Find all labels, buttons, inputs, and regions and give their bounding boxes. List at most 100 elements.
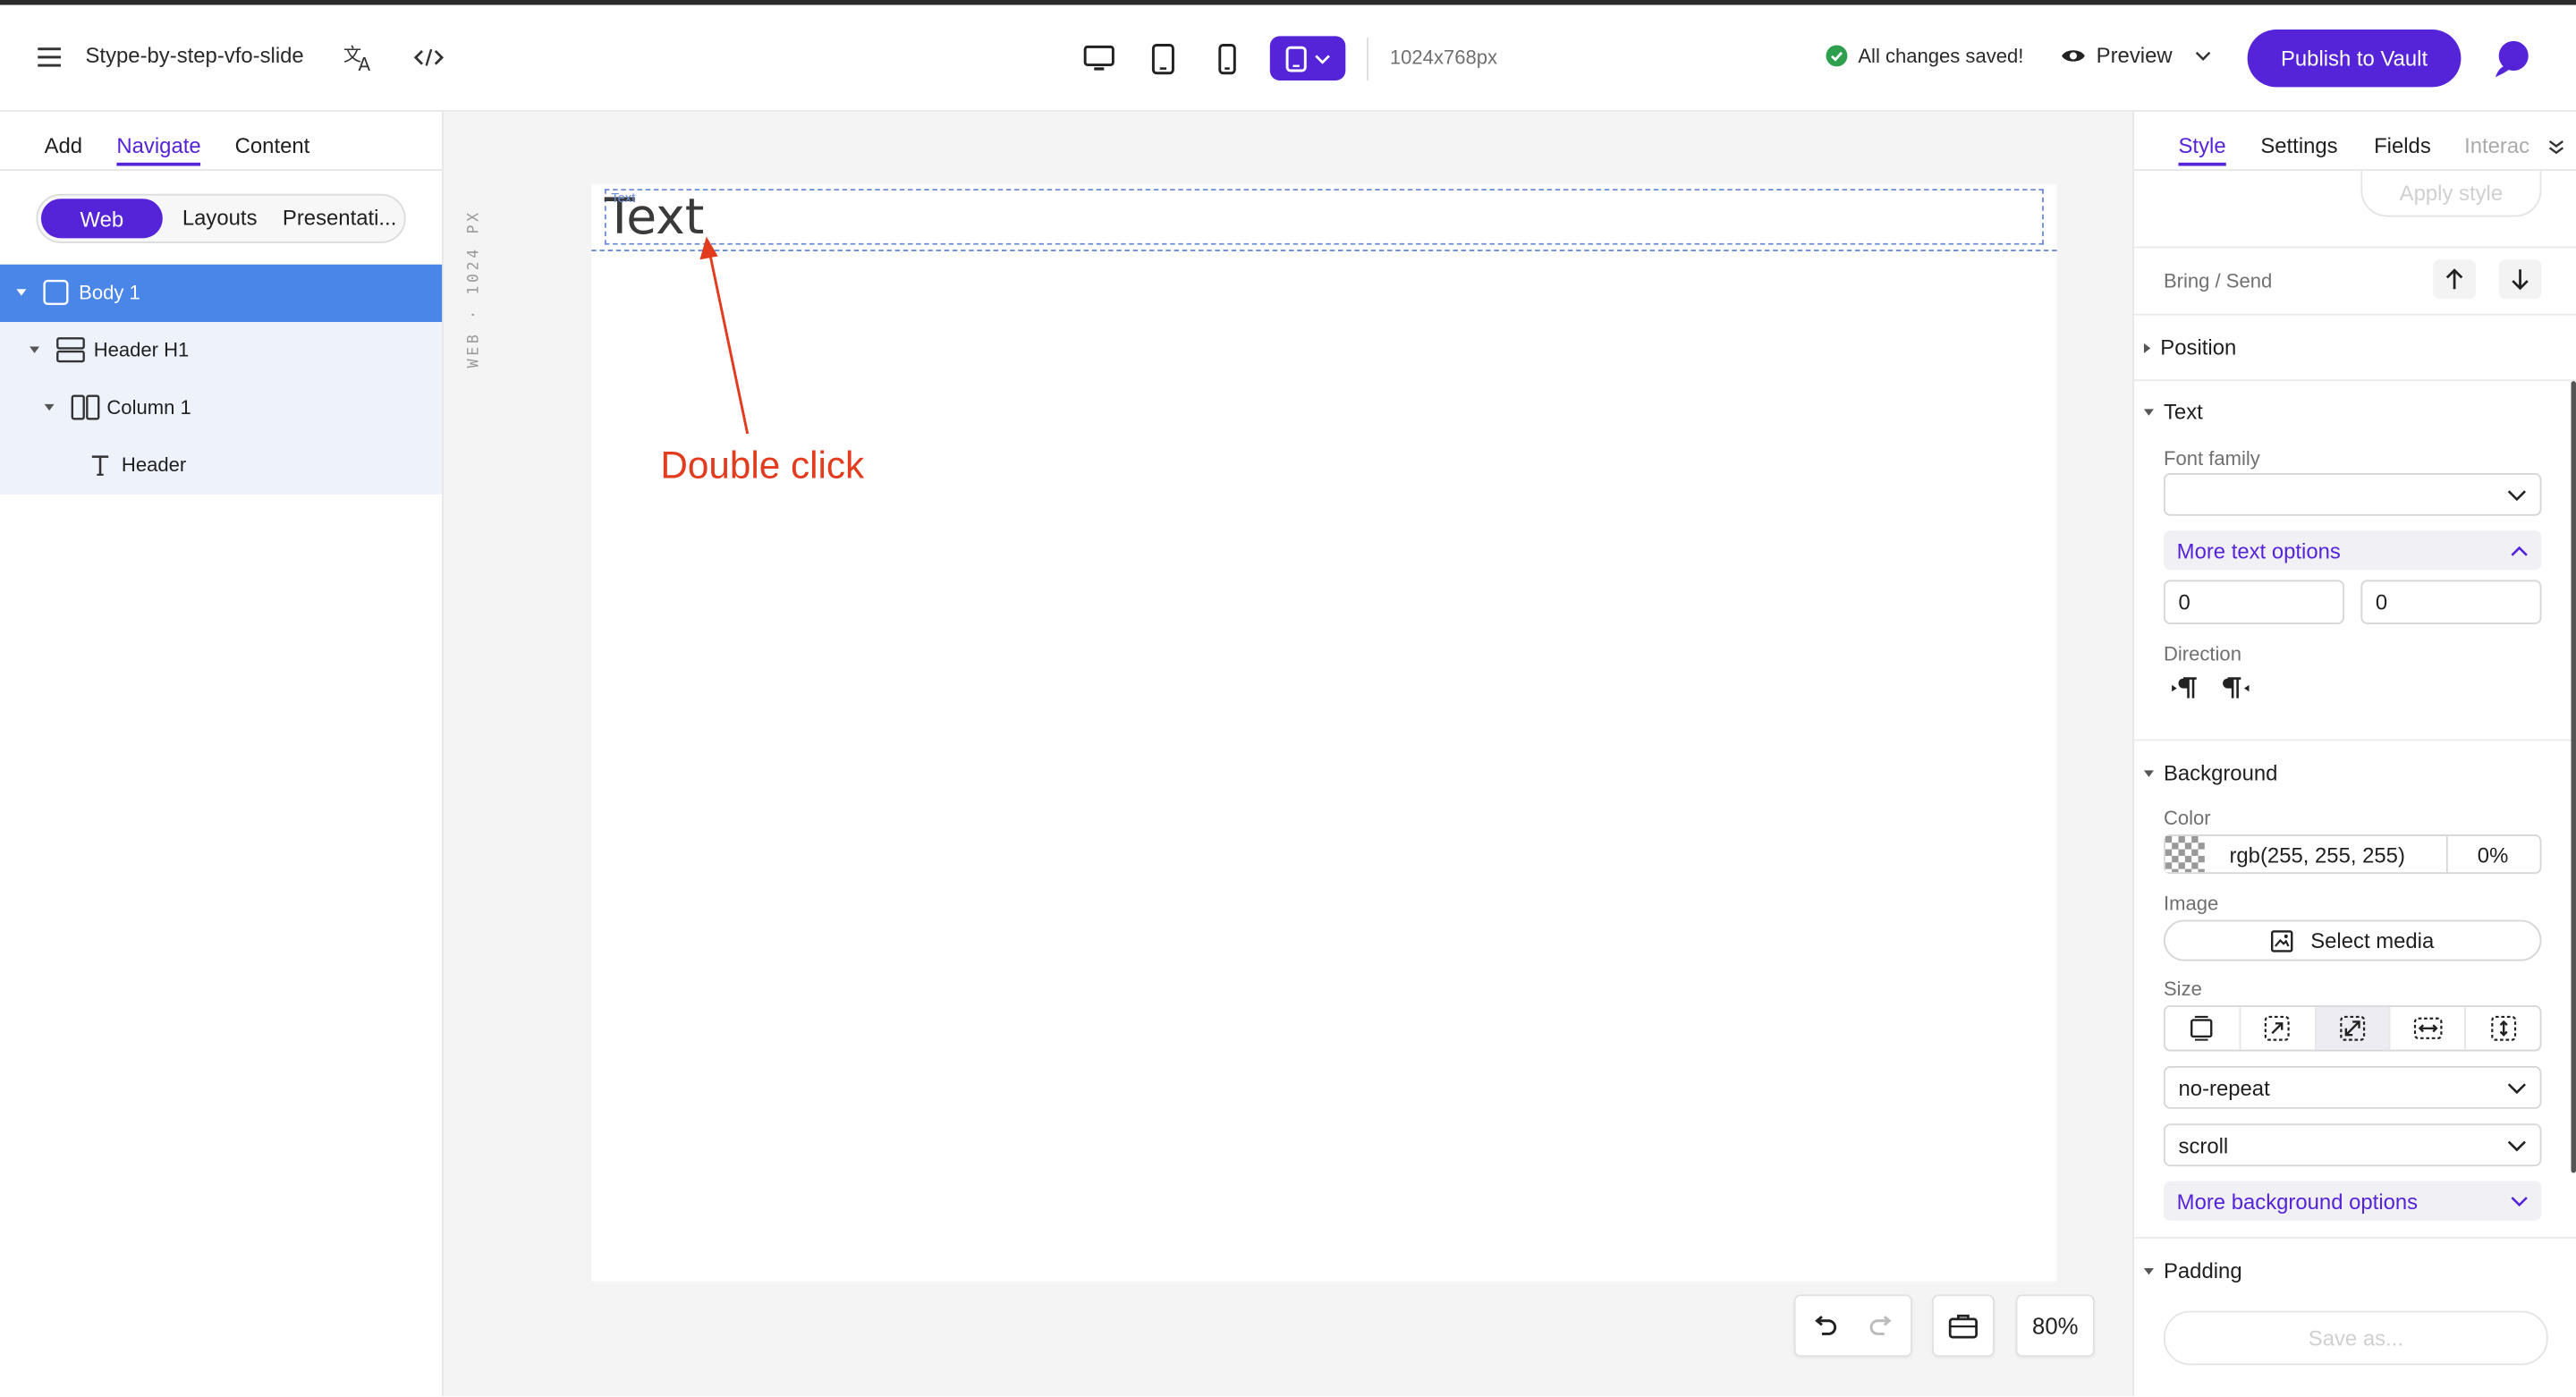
chevron-down-icon xyxy=(2507,489,2526,501)
section-background-label: Background xyxy=(2163,760,2278,785)
chevron-down-icon xyxy=(2511,1196,2528,1206)
separator xyxy=(2133,1237,2576,1239)
tree-item-body[interactable]: Body 1 xyxy=(0,264,443,323)
tree-item-label: Header H1 xyxy=(93,338,190,362)
repeat-select[interactable]: no-repeat xyxy=(2163,1066,2542,1109)
bring-forward-icon[interactable] xyxy=(2433,259,2476,300)
segment-presentations[interactable]: Presentati... xyxy=(283,206,396,231)
section-position-toggle[interactable]: Position xyxy=(2143,335,2236,360)
briefcase-icon[interactable] xyxy=(1932,1294,1995,1358)
direction-label: Direction xyxy=(2163,642,2241,665)
color-value[interactable]: rgb(255, 255, 255) xyxy=(2229,842,2404,868)
size-cover-icon[interactable] xyxy=(2316,1006,2392,1050)
repeat-value: no-repeat xyxy=(2178,1075,2270,1100)
section-padding-toggle[interactable]: Padding xyxy=(2143,1258,2242,1283)
top-bar: Stype-by-step-vfo-slide 文A 1024x768px Al… xyxy=(0,4,2576,112)
right-panel-scrollbar[interactable] xyxy=(2571,381,2576,1173)
annotation-arrow xyxy=(699,236,750,435)
section-background-toggle[interactable]: Background xyxy=(2143,760,2278,785)
chevron-down-icon xyxy=(1315,54,1330,64)
svg-text:A: A xyxy=(358,54,370,72)
attachment-select[interactable]: scroll xyxy=(2163,1123,2542,1167)
segment-layouts[interactable]: Layouts xyxy=(182,206,258,231)
toolbar-divider xyxy=(1367,38,1369,81)
zoom-level[interactable]: 80% xyxy=(2015,1294,2095,1358)
tab-content[interactable]: Content xyxy=(235,133,310,158)
font-family-label: Font family xyxy=(2163,446,2260,470)
custom-view-dropdown[interactable] xyxy=(1269,36,1346,81)
caret-down-icon[interactable] xyxy=(30,346,40,353)
hamburger-menu-icon[interactable] xyxy=(33,41,66,74)
code-icon[interactable] xyxy=(411,39,446,75)
caret-down-icon[interactable] xyxy=(16,289,27,296)
caret-down-icon xyxy=(2143,1267,2154,1274)
tree-item-column[interactable]: Column 1 xyxy=(0,379,443,437)
tab-navigate[interactable]: Navigate xyxy=(116,133,201,166)
text-t-icon xyxy=(91,455,109,476)
size-label: Size xyxy=(2163,977,2202,1001)
tab-settings[interactable]: Settings xyxy=(2260,133,2337,158)
tab-style[interactable]: Style xyxy=(2178,133,2226,166)
caret-right-icon xyxy=(2143,342,2151,352)
font-family-select[interactable] xyxy=(2163,472,2542,516)
text-option-input-1[interactable]: 0 xyxy=(2163,580,2345,624)
tab-fields[interactable]: Fields xyxy=(2374,133,2431,158)
page-frame[interactable]: Text Text Double click xyxy=(591,183,2057,1282)
size-fit-height-icon[interactable] xyxy=(2466,1007,2539,1050)
tree-item-header-h1[interactable]: Header H1 xyxy=(0,322,443,380)
user-avatar-icon[interactable] xyxy=(2490,38,2533,89)
square-icon xyxy=(43,279,69,305)
check-circle-icon xyxy=(1826,45,1848,67)
right-panel-tabs: Style Settings Fields Interac xyxy=(2133,112,2576,172)
undo-icon[interactable] xyxy=(1812,1316,1838,1335)
tree-item-header[interactable]: Header xyxy=(0,436,443,495)
select-media-label: Select media xyxy=(2310,927,2435,953)
desktop-view-icon[interactable] xyxy=(1076,36,1122,81)
double-chevron-down-icon[interactable] xyxy=(2548,140,2564,156)
publish-button[interactable]: Publish to Vault xyxy=(2247,30,2462,88)
app-window: Stype-by-step-vfo-slide 文A 1024x768px Al… xyxy=(0,0,2576,1397)
section-text-toggle[interactable]: Text xyxy=(2143,399,2203,424)
tablet-view-icon[interactable] xyxy=(1140,36,1186,81)
chevron-down-icon xyxy=(2507,1139,2526,1151)
text-option-input-2[interactable]: 0 xyxy=(2360,580,2542,624)
opacity-value[interactable]: 0% xyxy=(2478,842,2509,868)
section-text-label: Text xyxy=(2163,399,2203,424)
caret-down-icon[interactable] xyxy=(44,403,55,411)
attachment-value: scroll xyxy=(2178,1132,2229,1157)
more-text-options-toggle[interactable]: More text options xyxy=(2163,530,2542,571)
apply-style-button[interactable]: Apply style xyxy=(2360,171,2542,217)
left-panel: Add Navigate Content Web Layouts Present… xyxy=(0,111,444,1397)
preview-label: Preview xyxy=(2096,42,2173,68)
segment-web[interactable]: Web xyxy=(40,199,163,239)
ltr-direction-icon[interactable] xyxy=(2170,677,2199,708)
tree-item-label: Column 1 xyxy=(106,395,191,419)
size-contain-icon[interactable] xyxy=(2241,1006,2317,1050)
more-text-options-label: More text options xyxy=(2176,538,2341,563)
tab-add[interactable]: Add xyxy=(45,133,83,158)
mobile-view-icon[interactable] xyxy=(1204,36,1250,81)
more-background-options-label: More background options xyxy=(2176,1188,2419,1214)
document-title[interactable]: Stype-by-step-vfo-slide xyxy=(86,43,304,68)
separator xyxy=(2133,739,2576,741)
rtl-direction-icon[interactable] xyxy=(2221,677,2250,708)
size-auto-icon[interactable] xyxy=(2165,1006,2241,1050)
save-as-button[interactable]: Save as... xyxy=(2163,1310,2548,1366)
background-color-field[interactable]: rgb(255, 255, 255) 0% xyxy=(2163,834,2542,875)
tree-item-label: Header xyxy=(121,453,187,477)
editor-canvas: WEB · 1024 PX Text Text Double click 80% xyxy=(443,111,2133,1397)
more-background-options-toggle[interactable]: More background options xyxy=(2163,1181,2542,1221)
separator xyxy=(2133,379,2576,382)
translate-icon[interactable]: 文A xyxy=(342,39,377,75)
columns-icon xyxy=(71,394,100,420)
transparency-swatch-icon[interactable] xyxy=(2165,835,2205,873)
redo-icon[interactable] xyxy=(1868,1316,1894,1335)
tab-interactions[interactable]: Interac xyxy=(2464,133,2529,158)
chevron-up-icon xyxy=(2511,545,2528,555)
size-fit-width-icon[interactable] xyxy=(2391,1006,2467,1050)
send-backward-icon[interactable] xyxy=(2498,259,2542,300)
select-media-button[interactable]: Select media xyxy=(2163,919,2542,961)
color-label: Color xyxy=(2163,806,2211,830)
tree-item-label: Body 1 xyxy=(79,281,140,304)
preview-button[interactable]: Preview xyxy=(2060,42,2211,68)
